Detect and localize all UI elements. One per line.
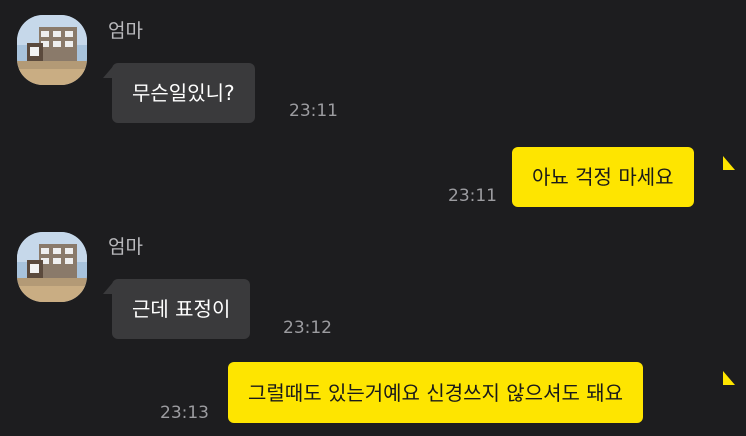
message-text: 그럴때도 있는거예요 신경쓰지 않으셔도 돼요	[248, 380, 624, 405]
chat-room: 엄마 무슨일있니? 23:11 23:11 아뇨 걱정 마세요 엄마 근데 표정…	[0, 0, 746, 436]
message-bubble-incoming[interactable]: 무슨일있니?	[112, 63, 255, 123]
message-bubble-outgoing[interactable]: 그럴때도 있는거예요 신경쓰지 않으셔도 돼요	[228, 362, 644, 423]
message-text: 근데 표정이	[132, 297, 231, 321]
message-timestamp: 23:11	[289, 101, 338, 121]
message-timestamp: 23:13	[160, 403, 209, 423]
sender-name: 엄마	[108, 236, 143, 258]
bubble-tail	[723, 156, 735, 170]
message-timestamp: 23:11	[448, 186, 497, 206]
profile-photo-icon	[17, 15, 87, 85]
message-text: 무슨일있니?	[132, 81, 235, 105]
profile-photo-icon	[17, 232, 87, 302]
bubble-tail	[723, 371, 735, 385]
message-bubble-outgoing[interactable]: 아뇨 걱정 마세요	[512, 147, 694, 207]
message-timestamp: 23:12	[283, 318, 332, 338]
sender-name: 엄마	[108, 20, 143, 42]
sender-avatar[interactable]	[17, 15, 87, 85]
sender-avatar[interactable]	[17, 232, 87, 302]
message-bubble-incoming[interactable]: 근데 표정이	[112, 279, 251, 339]
message-text: 아뇨 걱정 마세요	[532, 165, 674, 189]
